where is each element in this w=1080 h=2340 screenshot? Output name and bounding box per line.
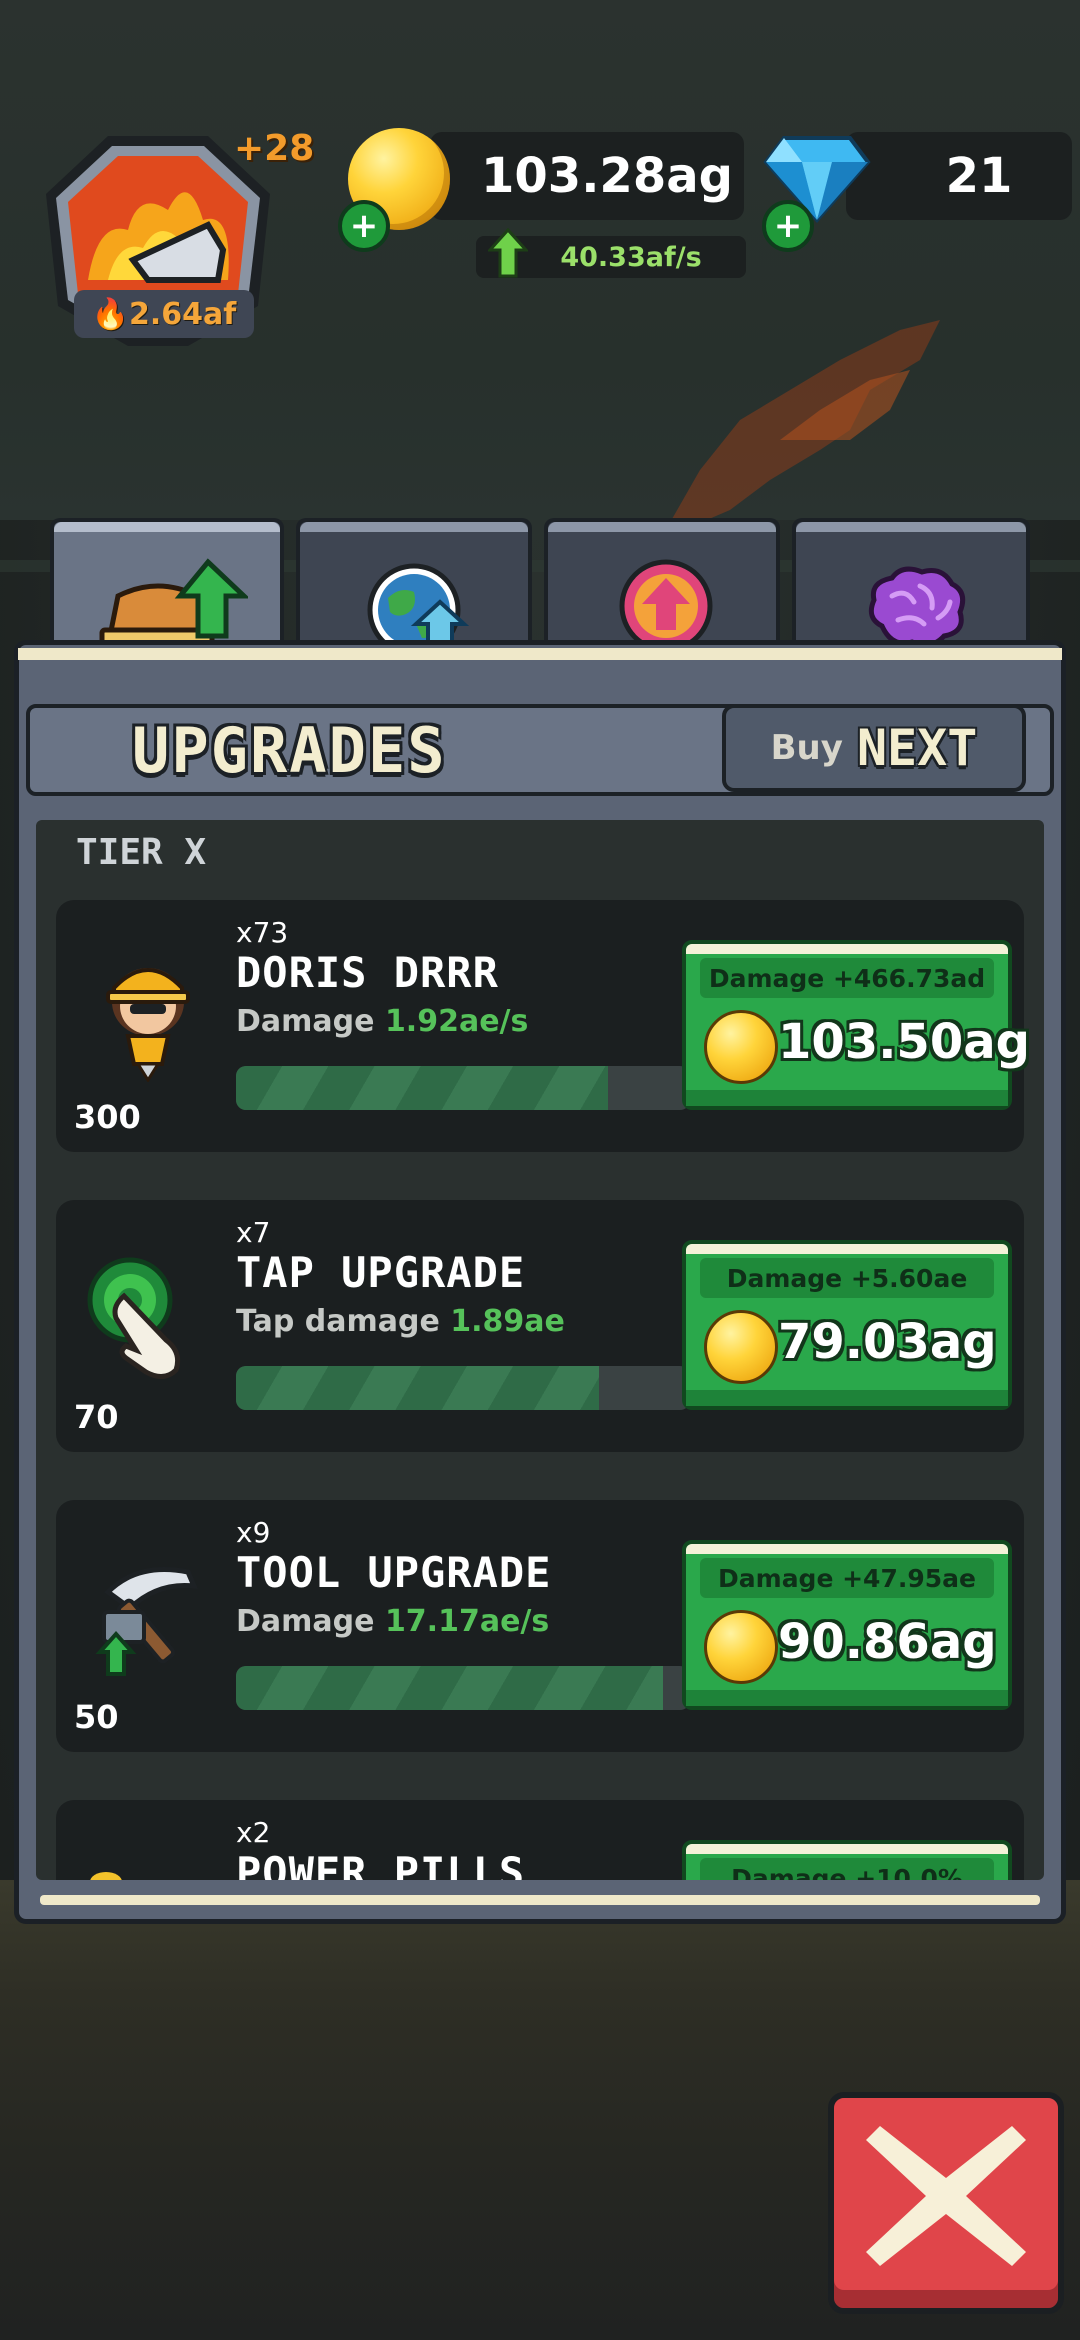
upgrade-price: 103.50ag [778, 1014, 1030, 1070]
close-icon [866, 2126, 1026, 2266]
panel-bottom-trim [40, 1895, 1040, 1905]
upgrade-card-clip: x2 POWER PILLS Damage +10.0% [56, 1800, 1024, 1880]
upgrade-progress-bar [236, 1366, 690, 1410]
buy-upgrade-button[interactable]: Damage +47.95ae 90.86ag [682, 1540, 1012, 1710]
upgrade-stat: Damage 1.92ae/s [236, 1004, 528, 1039]
pickaxe-icon [95, 1567, 198, 1676]
upgrade-name: POWER PILLS [236, 1848, 526, 1880]
gem-counter: 21 [846, 132, 1072, 220]
buy-next-big-label: NEXT [856, 719, 978, 777]
tap-hand-icon [87, 1257, 181, 1379]
upgrade-stat: Damage 17.17ae/s [236, 1604, 549, 1639]
tab-world[interactable] [296, 518, 532, 658]
coin-icon [704, 1610, 778, 1684]
coin-icon [704, 1010, 778, 1084]
stat-label: Tap damage [236, 1304, 440, 1339]
upgrade-price: 90.86ag [778, 1614, 997, 1670]
tab-brain[interactable] [792, 518, 1030, 658]
stat-value: 1.89ae [450, 1304, 565, 1339]
upgrade-price: 79.03ag [778, 1314, 997, 1370]
panel-title: UPGRADES [132, 714, 447, 787]
buy-bonus-label: Damage +10.0% [700, 1858, 994, 1880]
stat-label: Damage [236, 1004, 375, 1039]
stat-label: Damage [236, 1604, 375, 1639]
progress-fill [236, 1066, 609, 1110]
tier-label: TIER X [76, 832, 207, 873]
arrow-up-icon [488, 228, 528, 278]
upgrade-level: 50 [74, 1698, 119, 1736]
upgrade-level: 300 [74, 1098, 141, 1136]
buy-next-small-label: Buy [770, 728, 843, 768]
upgrade-stat: Tap damage 1.89ae [236, 1304, 565, 1339]
buy-upgrade-button[interactable]: Damage +5.60ae 79.03ag [682, 1240, 1012, 1410]
buy-bonus-label: Damage +47.95ae [700, 1558, 994, 1598]
upgrade-multiplier: x7 [236, 1216, 271, 1249]
brain-icon [868, 566, 966, 648]
upgrade-multiplier: x9 [236, 1516, 271, 1549]
buy-next-button[interactable]: Buy NEXT [722, 704, 1026, 792]
buy-upgrade-button[interactable]: Damage +466.73ad 103.50ag [682, 940, 1030, 1110]
buy-bonus-label: Damage +5.60ae [700, 1258, 994, 1298]
panel-top-trim [18, 648, 1062, 660]
upgrade-progress-bar [236, 1066, 690, 1110]
add-gems-button[interactable]: + [762, 200, 814, 252]
buy-bonus-label: Damage +466.73ad [700, 958, 994, 998]
close-button[interactable] [828, 2092, 1064, 2314]
upgrade-card: x7 TAP UPGRADE Tap damage 1.89ae 70 Dama… [56, 1200, 1024, 1452]
add-coins-button[interactable]: + [338, 200, 390, 252]
coin-amount: 103.28ag [481, 148, 733, 204]
coin-counter: 103.28ag [430, 132, 744, 220]
stat-value: 17.17ae/s [384, 1604, 550, 1639]
buy-upgrade-button[interactable]: Damage +10.0% [682, 1840, 1012, 1880]
upgrade-card: x2 POWER PILLS Damage +10.0% [56, 1800, 1024, 1880]
pill-icon [90, 1872, 122, 1880]
prestige-value: 🔥2.64af [74, 290, 254, 338]
progress-fill [236, 1366, 600, 1410]
coin-icon [704, 1310, 778, 1384]
upgrade-card: x9 TOOL UPGRADE Damage 17.17ae/s 50 Dama… [56, 1500, 1024, 1752]
prestige-bonus: +28 [234, 128, 315, 169]
miner-girl-icon [106, 968, 190, 1082]
stat-value: 1.92ae/s [384, 1004, 529, 1039]
tab-boost[interactable] [544, 518, 780, 658]
upgrade-name: TAP UPGRADE [236, 1248, 526, 1297]
upgrade-multiplier: x2 [236, 1816, 271, 1849]
upgrade-name: DORIS DRRR [236, 948, 499, 997]
upgrade-card: x73 DORIS DRRR Damage 1.92ae/s 300 Damag… [56, 900, 1030, 1152]
upgrade-name: TOOL UPGRADE [236, 1548, 552, 1597]
game-screen: { "hud": { "badge_bonus": "+28", "badge_… [0, 0, 1080, 2340]
progress-fill [236, 1666, 663, 1710]
upgrade-level: 70 [74, 1398, 119, 1436]
coin-rate-value: 40.33af/s [560, 241, 702, 273]
upgrade-multiplier: x73 [236, 916, 289, 949]
gem-amount: 21 [945, 148, 1013, 204]
upgrade-progress-bar [236, 1666, 690, 1710]
